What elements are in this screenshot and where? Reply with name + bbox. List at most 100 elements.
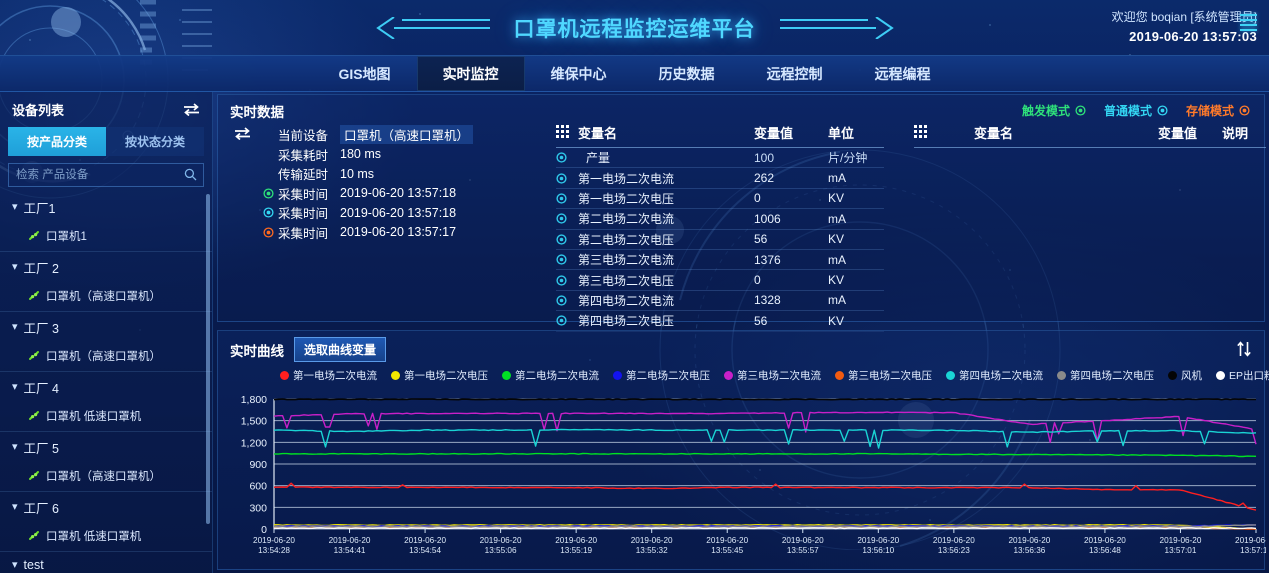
cell-value: 0 [754,273,761,288]
info-value: 2019-06-20 13:57:18 [340,205,457,220]
chevron-down-icon: ▾ [12,261,18,273]
legend-item[interactable]: 第二电场二次电压 [613,368,710,383]
grid-icon[interactable] [914,124,936,141]
tab-history-data[interactable]: 历史数据 [633,56,741,91]
grid-icon[interactable] [556,124,578,141]
svg-text:1,500: 1,500 [241,416,267,428]
table-row[interactable]: 第一电场二次电流 262 mA [556,168,884,189]
pick-curve-variable-button[interactable]: 选取曲线变量 [294,337,387,362]
radio-target-icon [1239,105,1250,116]
tab-maintenance-center[interactable]: 维保中心 [525,56,633,91]
svg-text:2019-06-20: 2019-06-20 [782,536,824,545]
legend-item[interactable]: 第一电场二次电流 [280,368,377,383]
curve-panel-title: 实时曲线 [230,343,284,359]
info-row-transfer-delay: 传输延时 10 ms [230,164,550,184]
legend-color-dot [835,371,844,380]
mode-storage[interactable]: 存储模式 [1186,102,1250,119]
chevron-down-icon: ▾ [12,321,18,333]
legend-item[interactable]: 第二电场二次电流 [502,368,599,383]
table-row[interactable]: 第二电场二次电流 1006 mA [556,209,884,230]
welcome-text: 欢迎您 boqian [系统管理员] [1111,10,1257,24]
row-radio-icon[interactable] [556,213,578,224]
cell-name: 第三电场二次电压 [578,273,675,288]
variable-table-header: 变量名 变量值 单位 [556,123,884,148]
row-radio-icon[interactable] [556,172,578,184]
info-label-wrap: 采集时间 [230,203,340,222]
tree-node-factory-1[interactable]: ▾ 工厂1 [0,192,212,223]
cell-unit: KV [828,313,845,328]
tree-leaf-device[interactable]: 口罩机 低速口罩机 [0,523,212,552]
tree-node-label: 工厂1 [23,202,56,216]
tree-leaf-device[interactable]: 口罩机 低速口罩机 [0,403,212,432]
table-row[interactable]: 第三电场二次电流 1376 mA [556,250,884,271]
tree-leaf-device[interactable]: 口罩机（高速口罩机） [0,343,212,372]
table-row[interactable]: 产量 100 片/分钟 [556,148,884,169]
user-info: 欢迎您 boqian [系统管理员] 2019-06-20 13:57:03 [1112,8,1257,47]
tree-leaf-label: 口罩机1 [46,231,87,243]
device-list-sidebar: 设备列表 按产品分类 按状态分类 ▾ 工厂 [0,92,213,573]
tree-node-factory-5[interactable]: ▾ 工厂 5 [0,432,212,463]
legend-color-dot [1216,371,1225,380]
table-row[interactable]: 第二电场二次电压 56 KV [556,230,884,250]
row-radio-icon[interactable] [556,274,578,286]
tree-leaf-label: 口罩机 低速口罩机 [46,411,142,423]
sort-vertical-icon[interactable] [1236,341,1252,357]
sidebar-tab-by-product[interactable]: 按产品分类 [8,127,106,156]
svg-text:2019-06-20: 2019-06-20 [1235,536,1266,545]
tree-leaf-device[interactable]: 口罩机（高速口罩机） [0,283,212,312]
tab-gis-map[interactable]: GIS地图 [312,56,416,91]
mode-normal[interactable]: 普通模式 [1104,102,1168,119]
radio-target-icon [263,207,274,218]
cell-value: 56 [754,313,768,328]
info-row-collect-time-2: 采集时间 2019-06-20 13:57:18 [230,203,550,223]
tab-realtime-monitor[interactable]: 实时监控 [416,56,525,91]
tree-group-test: ▾ test [0,552,212,573]
row-radio-icon[interactable] [556,193,578,204]
mode-trigger[interactable]: 触发模式 [1022,102,1086,119]
row-radio-icon[interactable] [556,295,578,306]
search-input[interactable] [9,164,203,186]
tree-group-3: ▾ 工厂 3 口罩机（高速口罩机） [0,312,212,372]
sidebar-filter-tabs: 按产品分类 按状态分类 [8,127,204,156]
tab-remote-programming[interactable]: 远程编程 [849,56,957,91]
table-row[interactable]: 第四电场二次电流 1328 mA [556,291,884,312]
tree-group-5: ▾ 工厂 5 口罩机（高速口罩机） [0,432,212,492]
table-row[interactable]: 第四电场二次电压 56 KV [556,311,884,332]
chevron-down-icon: ▾ [12,501,18,513]
swap-horizontal-icon[interactable] [234,127,251,140]
svg-text:13:56:10: 13:56:10 [862,546,894,555]
row-radio-icon[interactable] [556,152,578,163]
table-row[interactable]: 第一电场二次电压 0 KV [556,189,884,210]
realtime-chart[interactable]: 0 300 600 900 1,200 1,500 1,800 2019-06-20 13:54… [218,391,1269,569]
tree-node-factory-3[interactable]: ▾ 工厂 3 [0,312,212,343]
legend-item[interactable]: 第一电场二次电压 [391,368,488,383]
svg-text:2019-06-20: 2019-06-20 [404,536,446,545]
tree-node-factory-6[interactable]: ▾ 工厂 6 [0,492,212,523]
legend-item[interactable]: EP出口粉尘排放值 [1216,368,1269,383]
device-info-block: 当前设备 口罩机（高速口罩机） 采集耗时 180 ms 传输延时 10 ms 采… [230,125,550,242]
col-header-name: 变量名 [974,126,1014,141]
svg-text:2019-06-20: 2019-06-20 [1008,536,1050,545]
tree-node-factory-4[interactable]: ▾ 工厂 4 [0,372,212,403]
info-label-wrap: 采集时间 [230,223,340,242]
tree-node-factory-2[interactable]: ▾ 工厂 2 [0,252,212,283]
swap-horizontal-icon[interactable] [183,103,200,116]
row-radio-icon[interactable] [556,234,578,245]
tree-leaf-device[interactable]: 口罩机1 [0,223,212,252]
sidebar-scrollbar[interactable] [206,194,210,524]
legend-item[interactable]: 第三电场二次电流 [724,368,821,383]
sidebar-tab-by-status[interactable]: 按状态分类 [106,127,204,156]
search-icon[interactable] [184,168,197,181]
hamburger-menu-icon[interactable] [1240,14,1257,31]
legend-item[interactable]: 风机 [1168,368,1202,383]
legend-item[interactable]: 第四电场二次电压 [1057,368,1154,383]
tree-leaf-device[interactable]: 口罩机（高速口罩机） [0,463,212,492]
svg-text:2019-06-20: 2019-06-20 [253,536,295,545]
row-radio-icon[interactable] [556,315,578,326]
table-row[interactable]: 第三电场二次电压 0 KV [556,270,884,291]
legend-item[interactable]: 第四电场二次电流 [946,368,1043,383]
legend-item[interactable]: 第三电场二次电压 [835,368,932,383]
tab-remote-control[interactable]: 远程控制 [741,56,849,91]
tree-node-test[interactable]: ▾ test [0,552,212,573]
row-radio-icon[interactable] [556,254,578,265]
